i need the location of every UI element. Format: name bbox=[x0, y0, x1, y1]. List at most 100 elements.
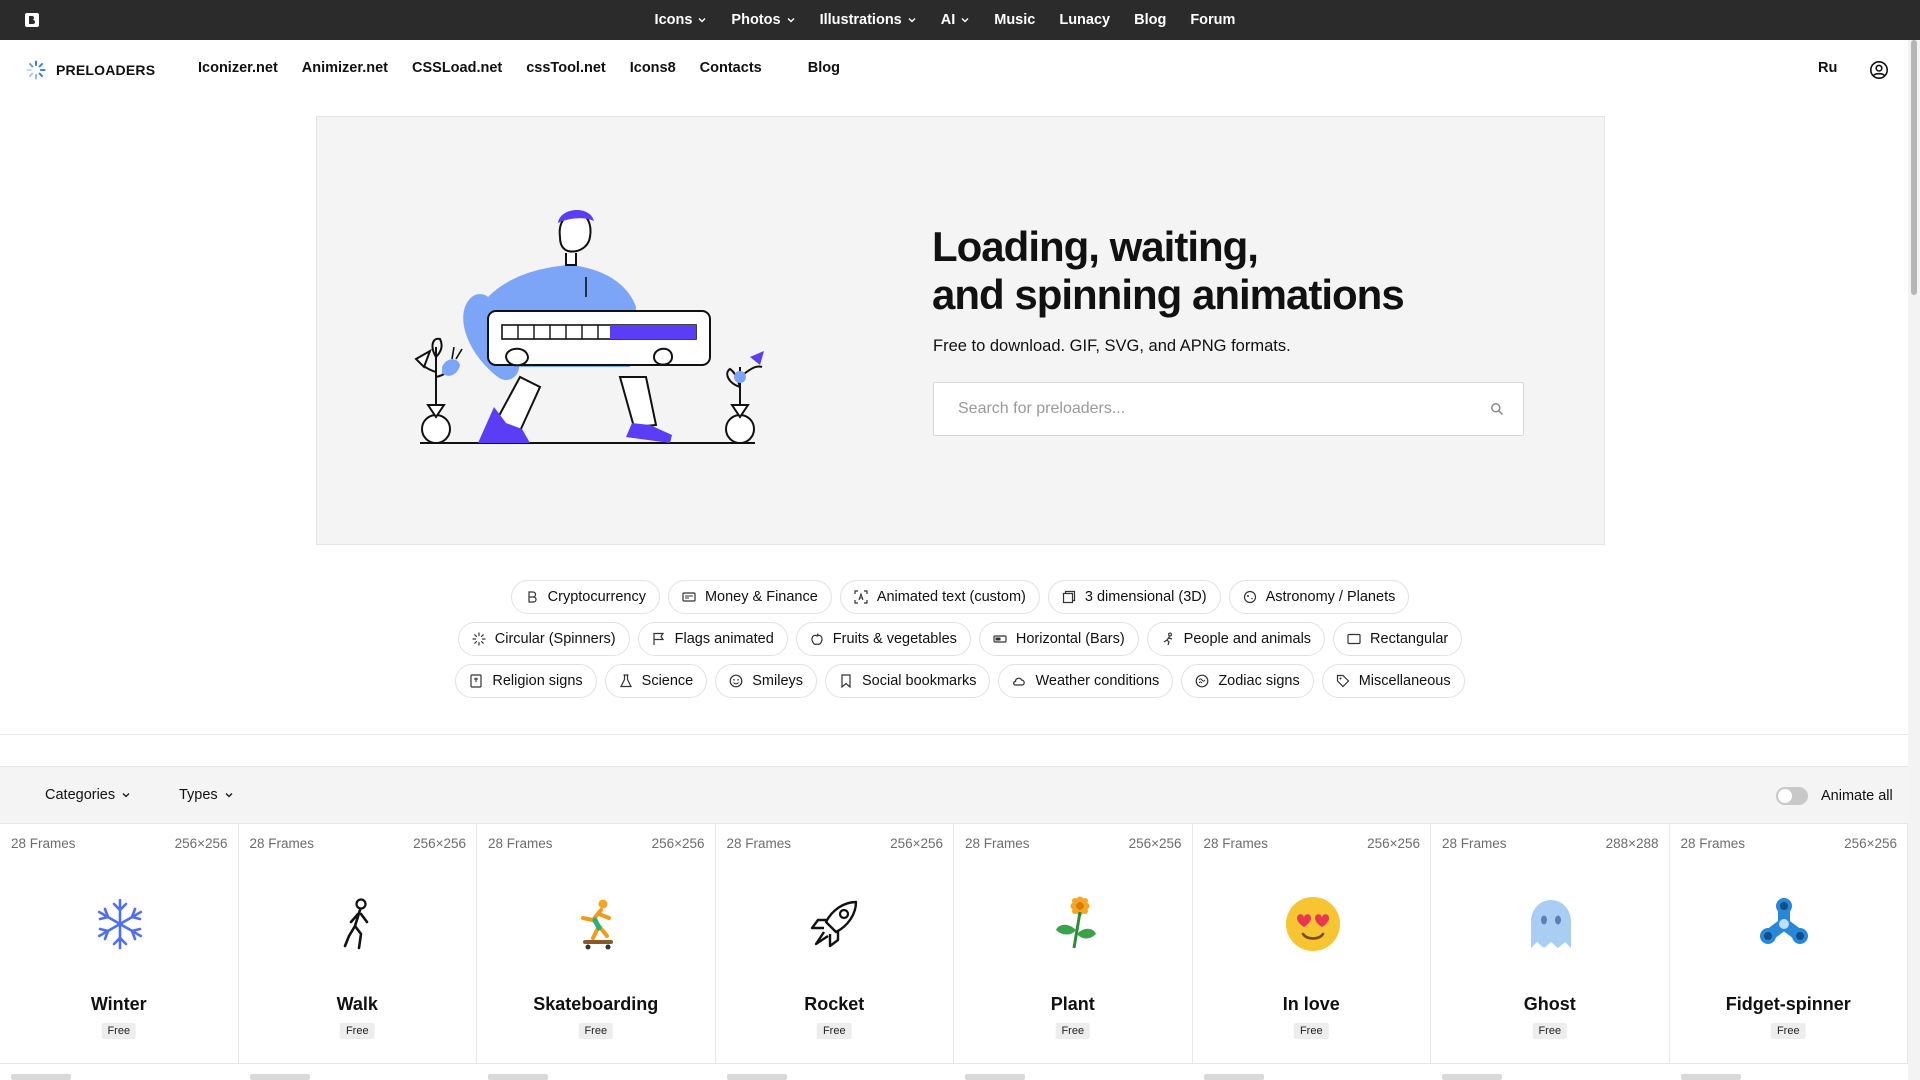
snowflake-icon bbox=[97, 898, 143, 950]
chip-people-animals[interactable]: People and animals bbox=[1146, 622, 1326, 656]
zodiac-icon bbox=[1195, 674, 1209, 688]
card-size: 256×256 bbox=[651, 836, 705, 851]
chevron-down-icon bbox=[908, 18, 916, 23]
card-size: 288×288 bbox=[1605, 836, 1659, 851]
page-scrollbar[interactable] bbox=[1908, 40, 1920, 1080]
language-switch[interactable]: Ru bbox=[1818, 60, 1837, 76]
partial-text bbox=[11, 1074, 71, 1080]
topnav-label: Icons bbox=[654, 12, 693, 28]
partial-text bbox=[1680, 1074, 1741, 1080]
topnav-ai[interactable]: AI bbox=[941, 12, 971, 28]
preloader-card-ghost[interactable]: 28 Frames 288×288 Ghost Free bbox=[1431, 824, 1670, 1064]
chevron-down-icon bbox=[122, 793, 130, 798]
nav-link-cssload[interactable]: CSSLoad.net bbox=[412, 60, 502, 76]
topnav-lunacy[interactable]: Lunacy bbox=[1059, 12, 1110, 28]
free-badge: Free bbox=[1532, 1023, 1568, 1039]
chip-label: 3 dimensional (3D) bbox=[1084, 589, 1207, 605]
chip-cryptocurrency[interactable]: Cryptocurrency bbox=[510, 580, 660, 614]
nav-link-iconizer[interactable]: Iconizer.net bbox=[198, 60, 278, 76]
brand-logo[interactable]: PRELOADERS bbox=[26, 60, 155, 80]
preloader-card-rocket[interactable]: 28 Frames 256×256 Rocket Free bbox=[715, 824, 954, 1064]
chip-smileys[interactable]: Smileys bbox=[715, 664, 818, 698]
scrollbar-thumb[interactable] bbox=[1911, 40, 1917, 295]
chip-label: Social bookmarks bbox=[862, 673, 977, 689]
nav-link-blog[interactable]: Blog bbox=[808, 60, 840, 76]
nav-link-icons8[interactable]: Icons8 bbox=[630, 60, 676, 76]
chip-astronomy[interactable]: Astronomy / Planets bbox=[1228, 580, 1410, 614]
card-frames: 28 Frames bbox=[1203, 836, 1269, 851]
chip-zodiac[interactable]: Zodiac signs bbox=[1181, 664, 1314, 698]
chip-flags[interactable]: Flags animated bbox=[637, 622, 788, 656]
chip-money-finance[interactable]: Money & Finance bbox=[667, 580, 832, 614]
chip-rectangular[interactable]: Rectangular bbox=[1333, 622, 1463, 656]
chip-3d[interactable]: 3 dimensional (3D) bbox=[1047, 580, 1221, 614]
chip-label: Astronomy / Planets bbox=[1265, 589, 1396, 605]
partial-text bbox=[1442, 1074, 1502, 1080]
animate-all-toggle[interactable] bbox=[1776, 787, 1808, 805]
topnav-forum[interactable]: Forum bbox=[1190, 12, 1235, 28]
smiley-icon bbox=[729, 674, 743, 688]
chip-row: Cryptocurrency Money & Finance Animated … bbox=[0, 580, 1920, 614]
top-bar: Icons Photos Illustrations AI Music Luna… bbox=[0, 0, 1920, 40]
free-badge: Free bbox=[101, 1023, 137, 1039]
next-card-row-partial bbox=[0, 1064, 1908, 1080]
card-name: Skateboarding bbox=[533, 994, 659, 1014]
rectangle-icon bbox=[1347, 633, 1361, 645]
preloader-card-in-love[interactable]: 28 Frames 256×256 In love Free bbox=[1192, 824, 1431, 1064]
chip-fruits-vegetables[interactable]: Fruits & vegetables bbox=[795, 622, 971, 656]
hero-title-line1: Loading, waiting, bbox=[932, 223, 1259, 270]
preloader-card-walk[interactable]: 28 Frames 256×256 Walk Free bbox=[238, 824, 477, 1064]
card-size: 256×256 bbox=[1128, 836, 1182, 851]
bar-icon bbox=[993, 635, 1007, 643]
chip-religion[interactable]: Religion signs bbox=[455, 664, 597, 698]
walker-icon bbox=[343, 898, 368, 950]
bitcoin-icon bbox=[528, 591, 537, 603]
chip-horizontal-bars[interactable]: Horizontal (Bars) bbox=[978, 622, 1139, 656]
category-chips: Cryptocurrency Money & Finance Animated … bbox=[0, 580, 1920, 706]
preloader-card-winter[interactable]: 28 Frames 256×256 Winter Free bbox=[0, 824, 239, 1064]
topnav-blog[interactable]: Blog bbox=[1134, 12, 1166, 28]
fruit-icon bbox=[811, 633, 823, 645]
topnav-icons[interactable]: Icons bbox=[655, 12, 708, 28]
categories-dropdown[interactable]: Categories bbox=[45, 787, 131, 803]
nav-link-contacts[interactable]: Contacts bbox=[700, 60, 762, 76]
topnav-music[interactable]: Music bbox=[994, 12, 1035, 28]
preloader-grid: 28 Frames 256×256 Winter Free 28 Frames … bbox=[0, 824, 1908, 1064]
card-frames: 28 Frames bbox=[11, 836, 76, 851]
chip-label: Fruits & vegetables bbox=[832, 631, 957, 647]
partial-text bbox=[726, 1074, 787, 1080]
search-input[interactable] bbox=[934, 383, 1474, 435]
chip-weather[interactable]: Weather conditions bbox=[998, 664, 1174, 698]
types-dropdown[interactable]: Types bbox=[179, 787, 234, 803]
nav-link-csstool[interactable]: cssTool.net bbox=[526, 60, 606, 76]
chevron-down-icon bbox=[961, 18, 969, 23]
chip-animated-text[interactable]: Animated text (custom) bbox=[839, 580, 1040, 614]
section-divider bbox=[0, 734, 1908, 735]
topnav-label: Blog bbox=[1134, 12, 1167, 28]
spinner-logo-icon bbox=[26, 60, 46, 80]
tag-icon bbox=[1336, 674, 1350, 688]
preloader-card-fidget-spinner[interactable]: 28 Frames 256×256 Fidget-spinner Free bbox=[1669, 824, 1908, 1064]
topnav-illustrations[interactable]: Illustrations bbox=[820, 12, 917, 28]
chip-miscellaneous[interactable]: Miscellaneous bbox=[1321, 664, 1465, 698]
topnav-photos[interactable]: Photos bbox=[731, 12, 795, 28]
site-nav: Iconizer.net Animizer.net CSSLoad.net cs… bbox=[198, 60, 840, 76]
topnav-label: AI bbox=[940, 12, 956, 28]
hero-title-line2: and spinning animations bbox=[932, 271, 1405, 318]
search-box[interactable] bbox=[933, 382, 1524, 436]
plant-icon bbox=[1056, 896, 1096, 949]
chip-circular-spinners[interactable]: Circular (Spinners) bbox=[457, 622, 630, 656]
search-icon[interactable] bbox=[1490, 402, 1504, 416]
preloader-card-plant[interactable]: 28 Frames 256×256 Plant Free bbox=[954, 824, 1193, 1064]
chip-label: Science bbox=[641, 673, 694, 689]
nav-link-animizer[interactable]: Animizer.net bbox=[302, 60, 388, 76]
flag-icon bbox=[653, 632, 664, 645]
preloader-card-skateboarding[interactable]: 28 Frames 256×256 Skateboarding Free bbox=[477, 824, 716, 1064]
planet-icon bbox=[1243, 590, 1256, 604]
hero-subtitle: Free to download. GIF, SVG, and APNG for… bbox=[933, 337, 1291, 355]
chip-science[interactable]: Science bbox=[604, 664, 708, 698]
chip-social-bookmarks[interactable]: Social bookmarks bbox=[825, 664, 991, 698]
user-account-icon[interactable] bbox=[1869, 60, 1889, 80]
card-frames: 28 Frames bbox=[1442, 836, 1507, 851]
site-header: PRELOADERS Iconizer.net Animizer.net CSS… bbox=[0, 40, 1920, 100]
